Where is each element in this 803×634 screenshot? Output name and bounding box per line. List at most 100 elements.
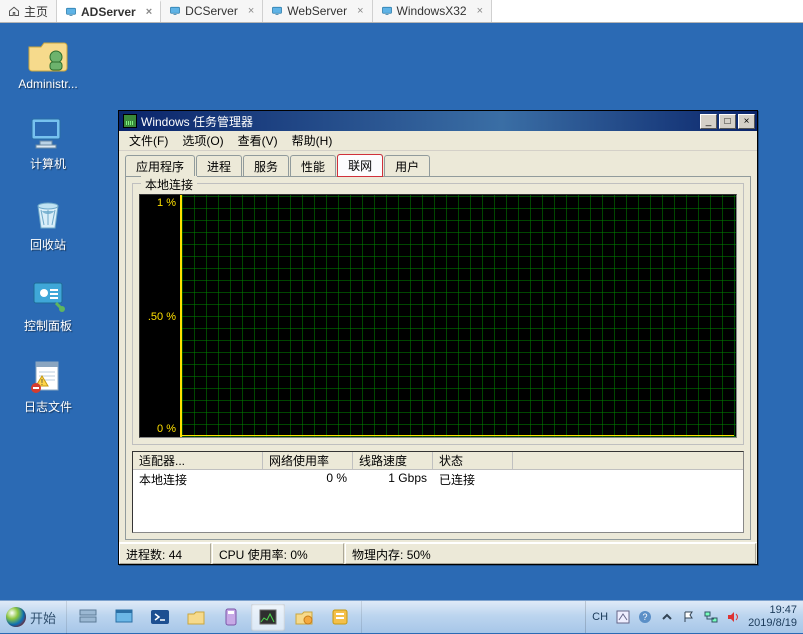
home-icon xyxy=(8,5,20,17)
quick-launch xyxy=(67,601,362,633)
axis-tick-bot: 0 % xyxy=(157,423,176,435)
cell-usage: 0 % xyxy=(263,470,353,488)
tray-chevron-icon[interactable] xyxy=(660,610,674,624)
tray-clock[interactable]: 19:47 2019/8/19 xyxy=(748,604,797,630)
graph-grid xyxy=(182,195,736,437)
taskbar: 开始 CH ? 19:47 2019/8/19 xyxy=(0,600,803,633)
status-cpu: CPU 使用率: 0% xyxy=(212,543,344,564)
host-tab-dcserver[interactable]: DCServer × xyxy=(161,0,263,22)
svg-text:?: ? xyxy=(643,612,648,622)
tray-sound-icon[interactable] xyxy=(726,610,740,624)
tab-strip: 应用程序 进程 服务 性能 联网 用户 xyxy=(125,155,751,176)
ql-item-5[interactable] xyxy=(215,604,249,631)
window-title: Windows 任务管理器 xyxy=(141,113,253,130)
menu-bar: 文件(F) 选项(O) 查看(V) 帮助(H) xyxy=(119,131,757,151)
minimize-button[interactable]: _ xyxy=(700,114,717,129)
tray-date: 2019/8/19 xyxy=(748,617,797,630)
desktop-icon-recycle-bin[interactable]: 回收站 xyxy=(8,194,88,253)
remote-desktop: Administr... 计算机 回收站 控制面板 ! 日志文件 Windows… xyxy=(0,23,803,633)
graph-trace xyxy=(182,435,734,436)
host-tab-label: WindowsX32 xyxy=(397,4,467,18)
host-tab-adserver[interactable]: ADServer × xyxy=(57,0,161,22)
tray-ime[interactable]: CH xyxy=(592,611,608,623)
tray-ime-tool-icon[interactable] xyxy=(616,610,630,624)
cell-adapter: 本地连接 xyxy=(133,470,263,488)
menu-view[interactable]: 查看(V) xyxy=(232,131,284,150)
adapter-listview[interactable]: 适配器... 网络使用率 线路速度 状态 本地连接 0 % 1 Gbps 已连接 xyxy=(132,451,744,533)
col-state[interactable]: 状态 xyxy=(433,452,513,469)
host-tab-strip: 主页 ADServer × DCServer × WebServer × Win… xyxy=(0,0,803,23)
tray-help-icon[interactable]: ? xyxy=(638,610,652,624)
ql-explorer[interactable] xyxy=(179,604,213,631)
desktop-icons: Administr... 计算机 回收站 控制面板 ! 日志文件 xyxy=(8,35,88,415)
tab-users[interactable]: 用户 xyxy=(384,155,430,177)
notepad-warning-icon: ! xyxy=(26,356,70,396)
monitor-icon xyxy=(169,5,181,17)
close-icon[interactable]: × xyxy=(248,5,254,17)
ql-powershell[interactable] xyxy=(143,604,177,631)
taskmgr-icon xyxy=(123,114,137,128)
desktop-icon-log-files[interactable]: ! 日志文件 xyxy=(8,356,88,415)
close-button[interactable]: × xyxy=(738,114,755,129)
folder-user-icon xyxy=(26,35,70,75)
close-icon[interactable]: × xyxy=(357,5,363,17)
monitor-icon xyxy=(381,5,393,17)
host-tab-webserver[interactable]: WebServer × xyxy=(263,0,372,22)
col-adapter[interactable]: 适配器... xyxy=(133,452,263,469)
recycle-bin-icon xyxy=(26,194,70,234)
close-icon[interactable]: × xyxy=(477,5,483,17)
maximize-button[interactable]: □ xyxy=(719,114,736,129)
tab-performance[interactable]: 性能 xyxy=(290,155,336,177)
list-header[interactable]: 适配器... 网络使用率 线路速度 状态 xyxy=(133,452,743,470)
menu-file[interactable]: 文件(F) xyxy=(123,131,174,150)
tab-processes[interactable]: 进程 xyxy=(196,155,242,177)
graph-y-axis: 1 % .50 % 0 % xyxy=(140,195,182,437)
desktop-icon-computer[interactable]: 计算机 xyxy=(8,113,88,172)
host-tab-windowsx32[interactable]: WindowsX32 × xyxy=(373,0,492,22)
group-legend: 本地连接 xyxy=(141,176,197,193)
desktop-icon-administrator[interactable]: Administr... xyxy=(8,35,88,91)
network-graph-group: 本地连接 1 % .50 % 0 % xyxy=(132,183,744,445)
axis-tick-top: 1 % xyxy=(157,197,176,209)
host-tab-home[interactable]: 主页 xyxy=(0,0,57,22)
ql-server-manager[interactable] xyxy=(71,604,105,631)
desktop-icon-control-panel[interactable]: 控制面板 xyxy=(8,275,88,334)
control-panel-icon xyxy=(26,275,70,315)
svg-text:!: ! xyxy=(41,378,43,387)
desktop-icon-label: 回收站 xyxy=(30,236,66,253)
col-speed[interactable]: 线路速度 xyxy=(353,452,433,469)
start-button[interactable]: 开始 xyxy=(0,601,67,634)
ql-show-desktop[interactable] xyxy=(107,604,141,631)
tray-time: 19:47 xyxy=(748,604,797,617)
desktop-icon-label: 计算机 xyxy=(30,155,66,172)
tray-flag-icon[interactable] xyxy=(682,610,696,624)
ql-item-8[interactable] xyxy=(323,604,357,631)
cell-speed: 1 Gbps xyxy=(353,470,433,488)
computer-icon xyxy=(26,113,70,153)
ql-item-7[interactable] xyxy=(287,604,321,631)
close-icon[interactable]: × xyxy=(146,6,152,18)
host-tab-label: ADServer xyxy=(81,5,136,19)
col-usage[interactable]: 网络使用率 xyxy=(263,452,353,469)
window-titlebar[interactable]: Windows 任务管理器 _ □ × xyxy=(119,111,757,131)
status-memory: 物理内存: 50% xyxy=(345,543,756,564)
menu-help[interactable]: 帮助(H) xyxy=(286,131,339,150)
tab-panel-networking: 本地连接 1 % .50 % 0 % 适配器... 网络使用率 xyxy=(125,176,751,540)
tab-applications[interactable]: 应用程序 xyxy=(125,155,195,177)
start-label: 开始 xyxy=(30,608,56,627)
desktop-icon-label: 日志文件 xyxy=(24,398,72,415)
task-manager-window: Windows 任务管理器 _ □ × 文件(F) 选项(O) 查看(V) 帮助… xyxy=(118,110,758,565)
menu-options[interactable]: 选项(O) xyxy=(176,131,229,150)
tab-networking[interactable]: 联网 xyxy=(337,154,383,177)
status-bar: 进程数: 44 CPU 使用率: 0% 物理内存: 50% xyxy=(119,542,757,564)
tab-services[interactable]: 服务 xyxy=(243,155,289,177)
list-row[interactable]: 本地连接 0 % 1 Gbps 已连接 xyxy=(133,470,743,488)
system-tray: CH ? 19:47 2019/8/19 xyxy=(585,601,803,633)
ql-task-manager[interactable] xyxy=(251,604,285,631)
status-processes: 进程数: 44 xyxy=(119,543,211,564)
desktop-icon-label: Administr... xyxy=(18,77,77,91)
tray-network-icon[interactable] xyxy=(704,610,718,624)
start-orb-icon xyxy=(6,607,26,627)
host-tab-label: DCServer xyxy=(185,4,238,18)
host-tab-label: WebServer xyxy=(287,4,347,18)
